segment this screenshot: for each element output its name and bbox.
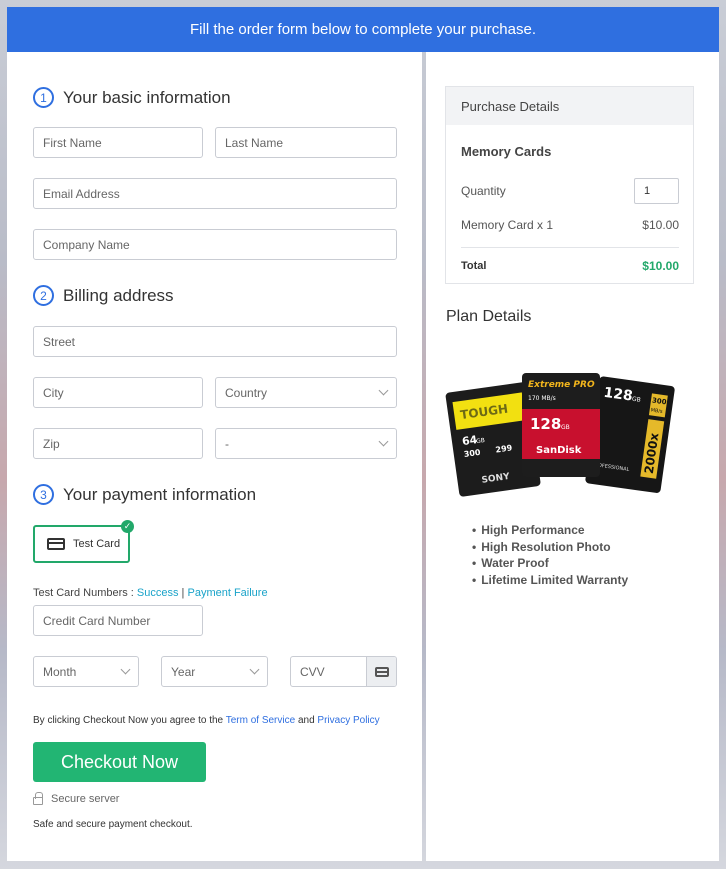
- street-placeholder: Street: [43, 334, 76, 349]
- city-placeholder: City: [43, 385, 64, 400]
- credit-card-icon: [47, 538, 65, 550]
- quantity-input[interactable]: 1: [634, 178, 679, 204]
- last-name-input[interactable]: Last Name: [215, 127, 397, 158]
- section-title-payment: Your payment information: [63, 484, 257, 504]
- city-input[interactable]: City: [33, 377, 203, 408]
- state-value: -: [225, 436, 229, 451]
- test-card-label: Test Card: [73, 538, 121, 550]
- country-value: Country: [225, 385, 268, 400]
- header-banner: Fill the order form below to complete yo…: [7, 7, 719, 52]
- left-card-unit: GB: [476, 437, 486, 445]
- middle-card-unit: GB: [561, 424, 570, 431]
- total-value: $10.00: [642, 259, 679, 273]
- card-number-input[interactable]: Credit Card Number: [33, 605, 203, 636]
- test-card-option[interactable]: Test Card ✓: [33, 520, 134, 563]
- right-card-unit: GB: [632, 396, 642, 404]
- divider: [461, 247, 679, 248]
- month-value: Month: [43, 664, 77, 679]
- step-number-1: 1: [33, 87, 54, 108]
- checkout-now-button[interactable]: Checkout Now: [33, 742, 206, 782]
- cvv-card-icon: [366, 657, 396, 686]
- chevron-down-icon: [378, 385, 389, 396]
- summary-panel: Purchase Details Memory Cards Quantity 1…: [426, 52, 719, 861]
- purchase-details-header: Purchase Details: [446, 87, 693, 125]
- first-name-input[interactable]: First Name: [33, 127, 203, 158]
- email-input[interactable]: Email Address: [33, 178, 397, 209]
- street-input[interactable]: Street: [33, 326, 397, 357]
- line-item-row: Memory Card x 1 $10.00: [461, 218, 679, 232]
- list-item: High Resolution Photo: [472, 539, 628, 556]
- country-select[interactable]: Country: [215, 377, 397, 408]
- quantity-row: Quantity 1: [461, 178, 679, 204]
- terms-and: and: [295, 715, 318, 726]
- middle-card-speed: 170 MB/s: [528, 395, 556, 402]
- cvv-placeholder: CVV: [300, 664, 325, 679]
- terms-of-service-link[interactable]: Term of Service: [226, 715, 295, 726]
- lock-icon: [33, 792, 43, 805]
- section-billing: 2 Billing address: [33, 285, 174, 306]
- list-item: Water Proof: [472, 555, 628, 572]
- safe-note: Safe and secure payment checkout.: [33, 819, 193, 830]
- order-form: 1 Your basic information First Name Last…: [7, 52, 422, 861]
- secure-server: Secure server: [33, 792, 120, 805]
- middle-card-brand: Extreme PRO: [528, 380, 595, 390]
- section-basic-info: 1 Your basic information: [33, 87, 231, 108]
- chevron-down-icon: [249, 664, 260, 675]
- step-number-3: 3: [33, 484, 54, 505]
- first-name-placeholder: First Name: [43, 135, 102, 150]
- cvv-input[interactable]: CVV: [290, 656, 397, 687]
- email-placeholder: Email Address: [43, 186, 120, 201]
- secure-server-label: Secure server: [51, 793, 120, 805]
- payment-failure-link[interactable]: Payment Failure: [187, 587, 267, 599]
- product-title: Memory Cards: [461, 144, 552, 159]
- chevron-down-icon: [120, 664, 131, 675]
- feature-list: High Performance High Resolution Photo W…: [472, 522, 628, 588]
- success-link[interactable]: Success: [137, 587, 179, 599]
- banner-text: Fill the order form below to complete yo…: [190, 21, 536, 38]
- terms-text: By clicking Checkout Now you agree to th…: [33, 715, 380, 726]
- privacy-policy-link[interactable]: Privacy Policy: [317, 715, 379, 726]
- line-item-price: $10.00: [642, 218, 679, 232]
- test-numbers-prefix: Test Card Numbers :: [33, 587, 137, 599]
- zip-placeholder: Zip: [43, 436, 60, 451]
- year-value: Year: [171, 664, 196, 679]
- check-icon: ✓: [121, 520, 134, 533]
- company-placeholder: Company Name: [43, 237, 130, 252]
- section-title-basic: Your basic information: [63, 87, 231, 107]
- product-name: Memory Cards: [461, 144, 679, 159]
- memory-cards-image: TOUGH 64 GB 300 299 SONY 128 GB 300 MB/s…: [445, 373, 675, 497]
- zip-input[interactable]: Zip: [33, 428, 203, 459]
- terms-prefix: By clicking Checkout Now you agree to th…: [33, 715, 226, 726]
- test-card-numbers: Test Card Numbers : Success | Payment Fa…: [33, 587, 268, 599]
- company-input[interactable]: Company Name: [33, 229, 397, 260]
- quantity-label: Quantity: [461, 184, 506, 198]
- section-title-billing: Billing address: [63, 285, 174, 305]
- section-payment: 3 Your payment information: [33, 484, 256, 505]
- purchase-details-box: Purchase Details Memory Cards Quantity 1…: [445, 86, 694, 284]
- last-name-placeholder: Last Name: [225, 135, 284, 150]
- plan-details-title: Plan Details: [446, 308, 532, 325]
- step-number-2: 2: [33, 285, 54, 306]
- list-item: Lifetime Limited Warranty: [472, 572, 628, 589]
- total-row: Total $10.00: [461, 259, 679, 273]
- line-item-label: Memory Card x 1: [461, 218, 554, 232]
- middle-card-capacity: 128: [530, 415, 561, 433]
- total-label: Total: [461, 260, 487, 272]
- list-item: High Performance: [472, 522, 628, 539]
- card-number-placeholder: Credit Card Number: [43, 613, 151, 628]
- chevron-down-icon: [378, 436, 389, 447]
- month-select[interactable]: Month: [33, 656, 139, 687]
- middle-card-maker: SanDisk: [536, 445, 582, 456]
- year-select[interactable]: Year: [161, 656, 268, 687]
- state-select[interactable]: -: [215, 428, 397, 459]
